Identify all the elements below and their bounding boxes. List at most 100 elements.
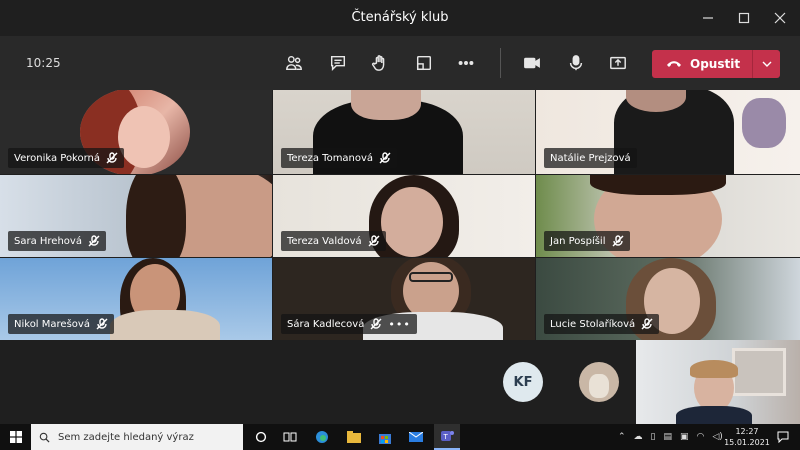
close-button[interactable] — [764, 0, 796, 36]
network-icon[interactable]: ▤ — [664, 432, 673, 442]
participant-name-label: Nikol Marešová — [8, 314, 114, 334]
leave-button[interactable]: Opustit — [652, 50, 780, 78]
participant-name: Natálie Prejzová — [550, 152, 631, 164]
participant-name: Tereza Valdová — [287, 235, 362, 247]
chat-icon — [330, 55, 346, 72]
minimize-icon — [703, 17, 713, 19]
start-button[interactable] — [4, 424, 28, 450]
window-title: Čtenářský klub — [351, 10, 449, 25]
participant-name: Veronika Pokorná — [14, 152, 101, 164]
participant-name-label: Natálie Prejzová — [544, 148, 637, 168]
edge-app[interactable] — [311, 424, 333, 450]
participant-name-label: Veronika Pokorná — [8, 148, 125, 168]
rooms-icon — [416, 55, 432, 71]
store-app[interactable] — [374, 424, 396, 450]
overflow-participants: KF — [0, 340, 800, 424]
participant-name: Tereza Tomanová — [287, 152, 374, 164]
video-tile[interactable]: Tereza Tomanová — [273, 90, 535, 174]
mic-off-icon — [379, 152, 391, 164]
mic-icon — [569, 55, 583, 71]
participant-options-button[interactable]: ••• — [388, 318, 410, 331]
mic-off-icon — [106, 152, 118, 164]
teams-meeting-window: Čtenářský klub 10:25 Opustit Veronika Po… — [0, 0, 800, 450]
breakout-rooms-button[interactable] — [410, 50, 438, 76]
taskbar-search[interactable]: Sem zadejte hledaný výraz — [31, 424, 243, 450]
video-tile[interactable]: Jan Pospíšil — [536, 175, 800, 257]
action-center-button[interactable] — [772, 424, 794, 450]
maximize-icon — [738, 12, 750, 24]
windows-taskbar: Sem zadejte hledaný výraz T ⌃ ☁ ▯ ▤ ▣ ◠ … — [0, 424, 800, 450]
chevron-down-icon — [762, 61, 771, 67]
mail-app[interactable] — [405, 424, 427, 450]
camera-button[interactable] — [518, 50, 546, 76]
wifi-icon[interactable]: ◠ — [697, 432, 705, 442]
participants-button[interactable] — [280, 50, 308, 76]
video-tile[interactable]: Veronika Pokorná — [0, 90, 272, 174]
participant-name: Sara Hrehová — [14, 235, 82, 247]
avatar[interactable]: KF — [503, 362, 543, 402]
participant-name: Sára Kadlecová — [287, 318, 365, 330]
taskbar-clock[interactable]: 12:27 15.01.2021 — [722, 426, 772, 448]
teams-app[interactable]: T — [434, 424, 460, 450]
video-tile[interactable]: Natálie Prejzová — [536, 90, 800, 174]
raise-hand-button[interactable] — [366, 50, 394, 76]
participant-name: Nikol Marešová — [14, 318, 90, 330]
video-tile[interactable]: Nikol Marešová — [0, 258, 272, 340]
chat-button[interactable] — [324, 50, 352, 76]
meeting-timer: 10:25 — [26, 56, 61, 70]
task-view-button[interactable] — [279, 424, 301, 450]
mic-off-icon — [641, 318, 653, 330]
avatar-photo[interactable] — [579, 362, 619, 402]
battery-icon[interactable]: ▯ — [651, 432, 656, 442]
glasses — [409, 272, 453, 282]
close-icon — [774, 12, 786, 24]
file-explorer-app[interactable] — [343, 424, 365, 450]
taskbar-date: 15.01.2021 — [724, 438, 770, 447]
mic-off-icon — [370, 318, 382, 330]
more-icon — [458, 61, 474, 65]
maximize-button[interactable] — [728, 0, 760, 36]
mic-off-icon — [368, 235, 380, 247]
mic-off-icon — [96, 318, 108, 330]
video-tile[interactable]: Sara Hrehová — [0, 175, 272, 257]
raise-hand-icon — [372, 55, 385, 71]
participants-icon — [286, 55, 302, 71]
title-bar: Čtenářský klub — [0, 0, 800, 36]
avatar-initials: KF — [513, 374, 533, 390]
video-tile[interactable]: Tereza Valdová — [273, 175, 535, 257]
notification-icon — [777, 431, 789, 443]
edge-icon — [316, 431, 328, 443]
onedrive-icon[interactable]: ☁ — [634, 432, 643, 442]
mic-button[interactable] — [562, 50, 590, 76]
video-grid: Veronika Pokorná Tereza Tomanová Natálie… — [0, 90, 800, 340]
minimize-button[interactable] — [692, 0, 724, 36]
store-icon — [379, 434, 391, 444]
task-view-icon — [283, 432, 297, 442]
leave-main[interactable]: Opustit — [652, 50, 752, 78]
participant-name-label: Sara Hrehová — [8, 231, 106, 251]
more-actions-button[interactable] — [452, 50, 480, 76]
video-tile[interactable]: Lucie Stolaříková — [536, 258, 800, 340]
mic-off-icon — [612, 235, 624, 247]
leave-options-button[interactable] — [753, 61, 780, 67]
participant-name: Lucie Stolaříková — [550, 318, 636, 330]
search-icon — [39, 432, 50, 443]
participant-name-label: Lucie Stolaříková — [544, 314, 660, 334]
participant-name-label: Jan Pospíšil — [544, 231, 630, 251]
participant-name-label: Tereza Tomanová — [281, 148, 398, 168]
notification-app-icon[interactable]: ▣ — [680, 432, 689, 442]
mail-icon — [409, 432, 423, 442]
phone-icon — [667, 61, 681, 67]
mic-off-icon — [88, 235, 100, 247]
system-tray: ⌃ ☁ ▯ ▤ ▣ ◠ ◁) — [618, 424, 723, 450]
video-tile[interactable]: Sára Kadlecová ••• — [273, 258, 535, 340]
share-icon — [610, 56, 626, 70]
share-button[interactable] — [604, 50, 632, 76]
cortana-button[interactable] — [250, 424, 272, 450]
svg-text:T: T — [443, 433, 449, 441]
cortana-icon — [255, 431, 267, 443]
taskbar-time: 12:27 — [735, 427, 759, 436]
chevron-up-icon[interactable]: ⌃ — [618, 432, 626, 442]
participant-name: Jan Pospíšil — [550, 235, 606, 247]
participant-name-label: Tereza Valdová — [281, 231, 386, 251]
